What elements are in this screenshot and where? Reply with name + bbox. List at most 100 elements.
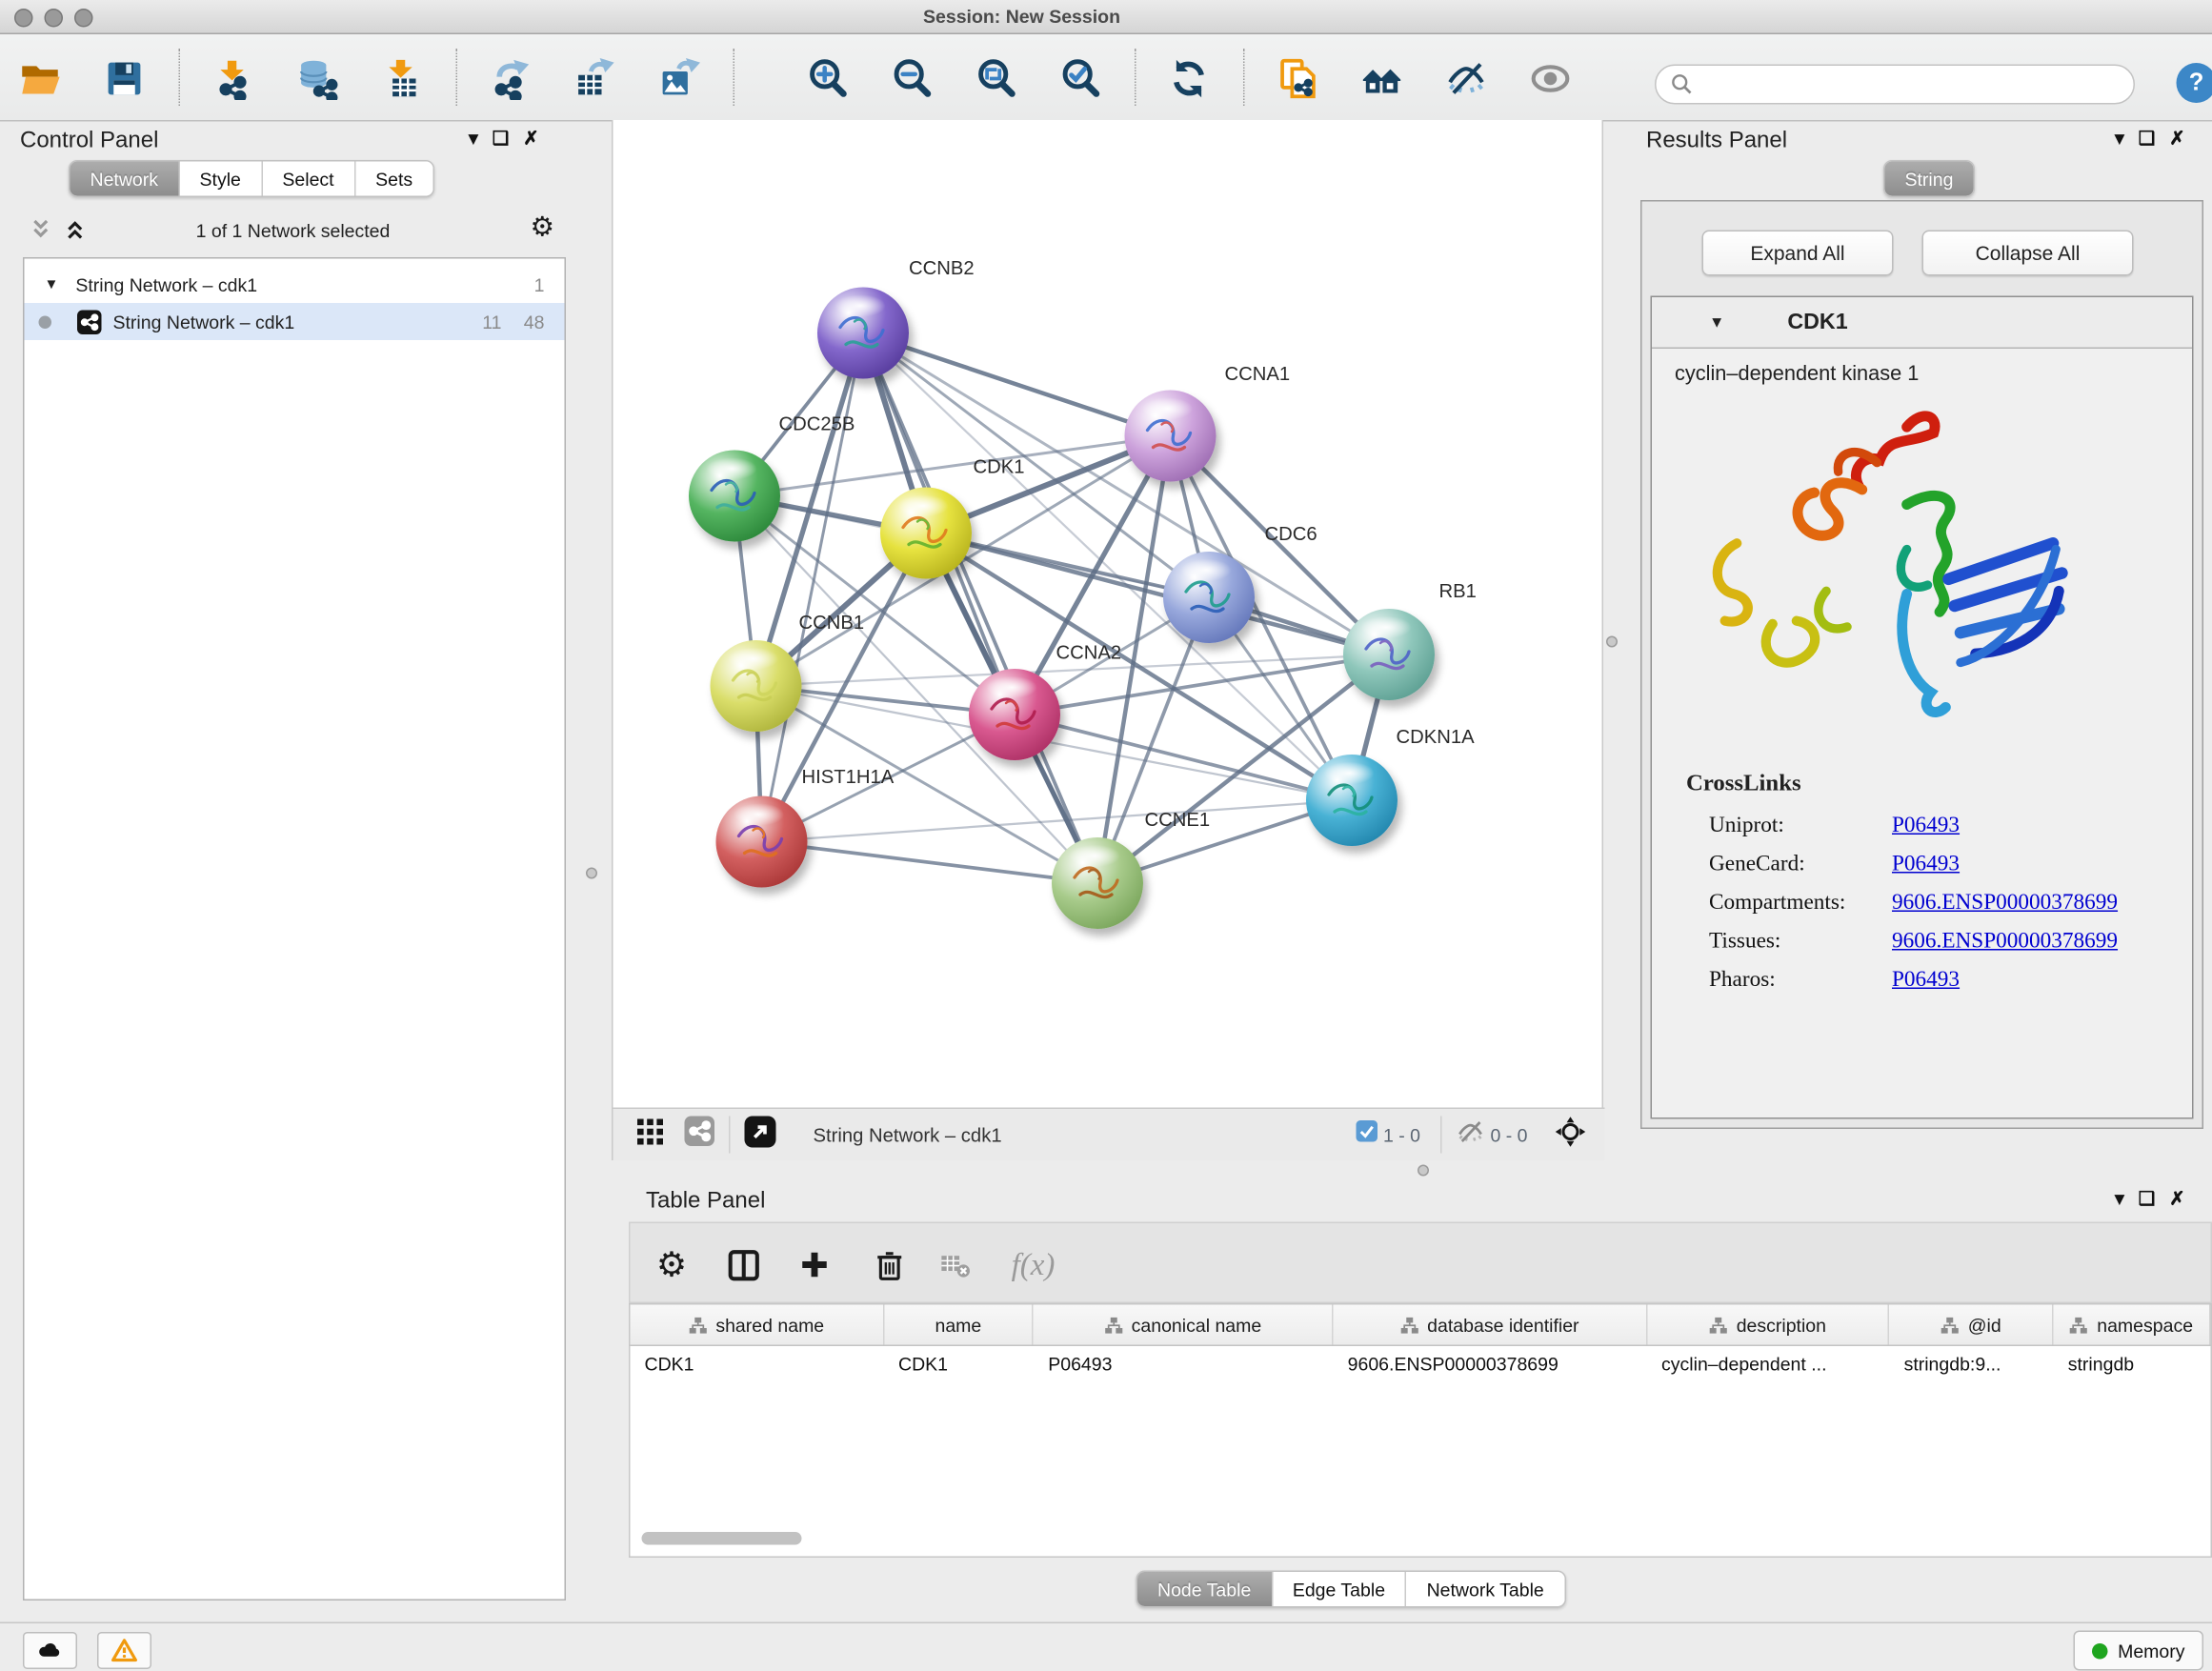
tab-select[interactable]: Select bbox=[262, 162, 355, 196]
zoom-in-icon[interactable] bbox=[802, 53, 854, 105]
node-HIST1H1A[interactable] bbox=[716, 796, 808, 888]
edge-HIST1H1A-CCNE1[interactable] bbox=[762, 842, 1098, 884]
crosslink-link[interactable]: 9606.ENSP00000378699 bbox=[1892, 929, 2118, 955]
column-header-name[interactable]: name bbox=[884, 1305, 1034, 1345]
tab-network[interactable]: Network bbox=[70, 162, 180, 196]
column-header--id[interactable]: @id bbox=[1890, 1305, 2054, 1345]
node-CCNA2[interactable] bbox=[969, 669, 1060, 760]
edge-CDK1-RB1[interactable] bbox=[926, 534, 1389, 655]
copy-document-icon[interactable] bbox=[1272, 53, 1323, 105]
zoom-fit-icon[interactable] bbox=[971, 53, 1022, 105]
open-in-window-icon[interactable] bbox=[745, 1116, 776, 1155]
node-CDC6[interactable] bbox=[1163, 552, 1255, 643]
show-graphics-details-icon[interactable] bbox=[1525, 53, 1577, 105]
tab-edge-table[interactable]: Edge Table bbox=[1273, 1572, 1407, 1606]
maximize-panel-icon[interactable]: ❑ bbox=[2139, 1188, 2155, 1211]
collection-expand-arrow-icon[interactable]: ▼ bbox=[45, 276, 59, 292]
cell-description[interactable]: cyclin–dependent ... bbox=[1647, 1346, 1890, 1383]
birdseye-grid-icon[interactable] bbox=[636, 1117, 665, 1153]
expand-all-button[interactable]: Expand All bbox=[1702, 231, 1894, 276]
crosslink-link[interactable]: P06493 bbox=[1892, 814, 1960, 839]
selected-checkbox-icon[interactable] bbox=[1356, 1120, 1377, 1149]
save-session-icon[interactable] bbox=[99, 53, 151, 105]
collapse-all-button[interactable]: Collapse All bbox=[1922, 231, 2134, 276]
cell-namespace[interactable]: stringdb bbox=[2054, 1346, 2211, 1383]
export-network-icon[interactable] bbox=[485, 53, 536, 105]
help-button[interactable]: ? bbox=[2177, 63, 2212, 103]
network-collection-row[interactable]: ▼ String Network – cdk1 1 bbox=[25, 266, 565, 303]
float-panel-icon[interactable]: ▾ bbox=[469, 128, 478, 151]
node-CDKN1A[interactable] bbox=[1306, 755, 1398, 846]
node-CCNB2[interactable] bbox=[817, 288, 909, 379]
column-header-canonical-name[interactable]: canonical name bbox=[1034, 1305, 1333, 1345]
column-header-namespace[interactable]: namespace bbox=[2054, 1305, 2211, 1345]
tab-node-table[interactable]: Node Table bbox=[1137, 1572, 1273, 1606]
tab-string[interactable]: String bbox=[1885, 162, 1974, 196]
table-options-gear-icon[interactable]: ⚙ bbox=[648, 1240, 696, 1289]
crosslink-link[interactable]: P06493 bbox=[1892, 968, 1960, 994]
node-table[interactable]: shared namename canonical name database … bbox=[629, 1303, 2212, 1558]
delete-column-trash-icon[interactable] bbox=[865, 1240, 914, 1289]
import-network-icon[interactable] bbox=[208, 53, 259, 105]
close-panel-icon[interactable]: ✗ bbox=[2169, 1188, 2184, 1211]
node-CCNA1[interactable] bbox=[1125, 391, 1217, 482]
node-CDC25B[interactable] bbox=[689, 451, 780, 542]
delete-table-icon[interactable] bbox=[931, 1240, 979, 1289]
cloud-status-button[interactable] bbox=[23, 1632, 77, 1669]
node-CDK1[interactable] bbox=[880, 488, 972, 579]
export-table-icon[interactable] bbox=[569, 53, 620, 105]
cell-canonical-name[interactable]: P06493 bbox=[1034, 1346, 1333, 1383]
create-column-plus-icon[interactable] bbox=[791, 1240, 839, 1289]
maximize-panel-icon[interactable]: ❑ bbox=[2139, 128, 2155, 151]
fit-selected-crosshair-icon[interactable] bbox=[1554, 1114, 1588, 1156]
cell-shared-name[interactable]: CDK1 bbox=[631, 1346, 885, 1383]
network-row-selected[interactable]: String Network – cdk1 11 48 bbox=[25, 303, 565, 340]
string-badge-gray-icon[interactable] bbox=[685, 1117, 715, 1154]
crosslink-link[interactable]: 9606.ENSP00000378699 bbox=[1892, 891, 2118, 916]
float-panel-icon[interactable]: ▾ bbox=[2115, 128, 2124, 151]
collapse-entry-arrow-icon[interactable]: ▼ bbox=[1709, 313, 1724, 331]
collapse-all-networks-icon[interactable] bbox=[63, 217, 88, 249]
edge-CDKN1A-HIST1H1A[interactable] bbox=[762, 800, 1353, 842]
column-header-database-identifier[interactable]: database identifier bbox=[1334, 1305, 1647, 1345]
edge-CCNB2-CCNE1[interactable] bbox=[863, 333, 1097, 884]
open-file-icon[interactable] bbox=[14, 53, 66, 105]
float-panel-icon[interactable]: ▾ bbox=[2115, 1188, 2124, 1211]
hide-graphics-details-icon[interactable] bbox=[1440, 53, 1492, 105]
import-table-icon[interactable] bbox=[376, 53, 428, 105]
table-row[interactable]: CDK1CDK1P064939606.ENSP00000378699cyclin… bbox=[631, 1346, 2211, 1383]
node-CCNE1[interactable] bbox=[1052, 837, 1143, 929]
tab-style[interactable]: Style bbox=[180, 162, 263, 196]
import-database-icon[interactable] bbox=[292, 53, 343, 105]
maximize-panel-icon[interactable]: ❑ bbox=[493, 128, 509, 151]
show-column-icon[interactable] bbox=[719, 1240, 768, 1289]
close-panel-icon[interactable]: ✗ bbox=[523, 128, 538, 151]
cell-database-identifier[interactable]: 9606.ENSP00000378699 bbox=[1334, 1346, 1647, 1383]
zoom-out-icon[interactable] bbox=[886, 53, 937, 105]
horizontal-scrollbar-thumb[interactable] bbox=[642, 1532, 802, 1545]
tab-sets[interactable]: Sets bbox=[355, 162, 432, 196]
export-image-icon[interactable] bbox=[654, 53, 705, 105]
column-header-shared-name[interactable]: shared name bbox=[631, 1305, 885, 1345]
tab-network-table[interactable]: Network Table bbox=[1407, 1572, 1564, 1606]
left-splitter-handle[interactable] bbox=[586, 868, 597, 879]
function-builder-fx[interactable]: f(x) bbox=[999, 1240, 1068, 1289]
network-options-gear-icon[interactable]: ⚙ bbox=[531, 211, 555, 245]
hidden-eye-slash-icon[interactable] bbox=[1456, 1117, 1484, 1153]
network-overview-icon[interactable] bbox=[1357, 53, 1408, 105]
crosslink-link[interactable]: P06493 bbox=[1892, 852, 1960, 877]
expand-all-networks-icon[interactable] bbox=[29, 217, 53, 249]
zoom-selected-icon[interactable] bbox=[1055, 53, 1106, 105]
warning-status-button[interactable] bbox=[97, 1632, 151, 1669]
search-input[interactable] bbox=[1694, 72, 2120, 97]
search-box[interactable] bbox=[1655, 65, 2135, 105]
bottom-splitter-handle[interactable] bbox=[1418, 1165, 1429, 1177]
column-header-description[interactable]: description bbox=[1647, 1305, 1890, 1345]
node-details-header[interactable]: ▼ CDK1 bbox=[1652, 297, 2192, 349]
node-CCNB1[interactable] bbox=[711, 640, 802, 732]
right-splitter-handle[interactable] bbox=[1606, 636, 1618, 648]
refresh-layout-icon[interactable] bbox=[1163, 53, 1215, 105]
cell-name[interactable]: CDK1 bbox=[884, 1346, 1034, 1383]
cell--id[interactable]: stringdb:9... bbox=[1890, 1346, 2054, 1383]
node-RB1[interactable] bbox=[1343, 609, 1435, 700]
